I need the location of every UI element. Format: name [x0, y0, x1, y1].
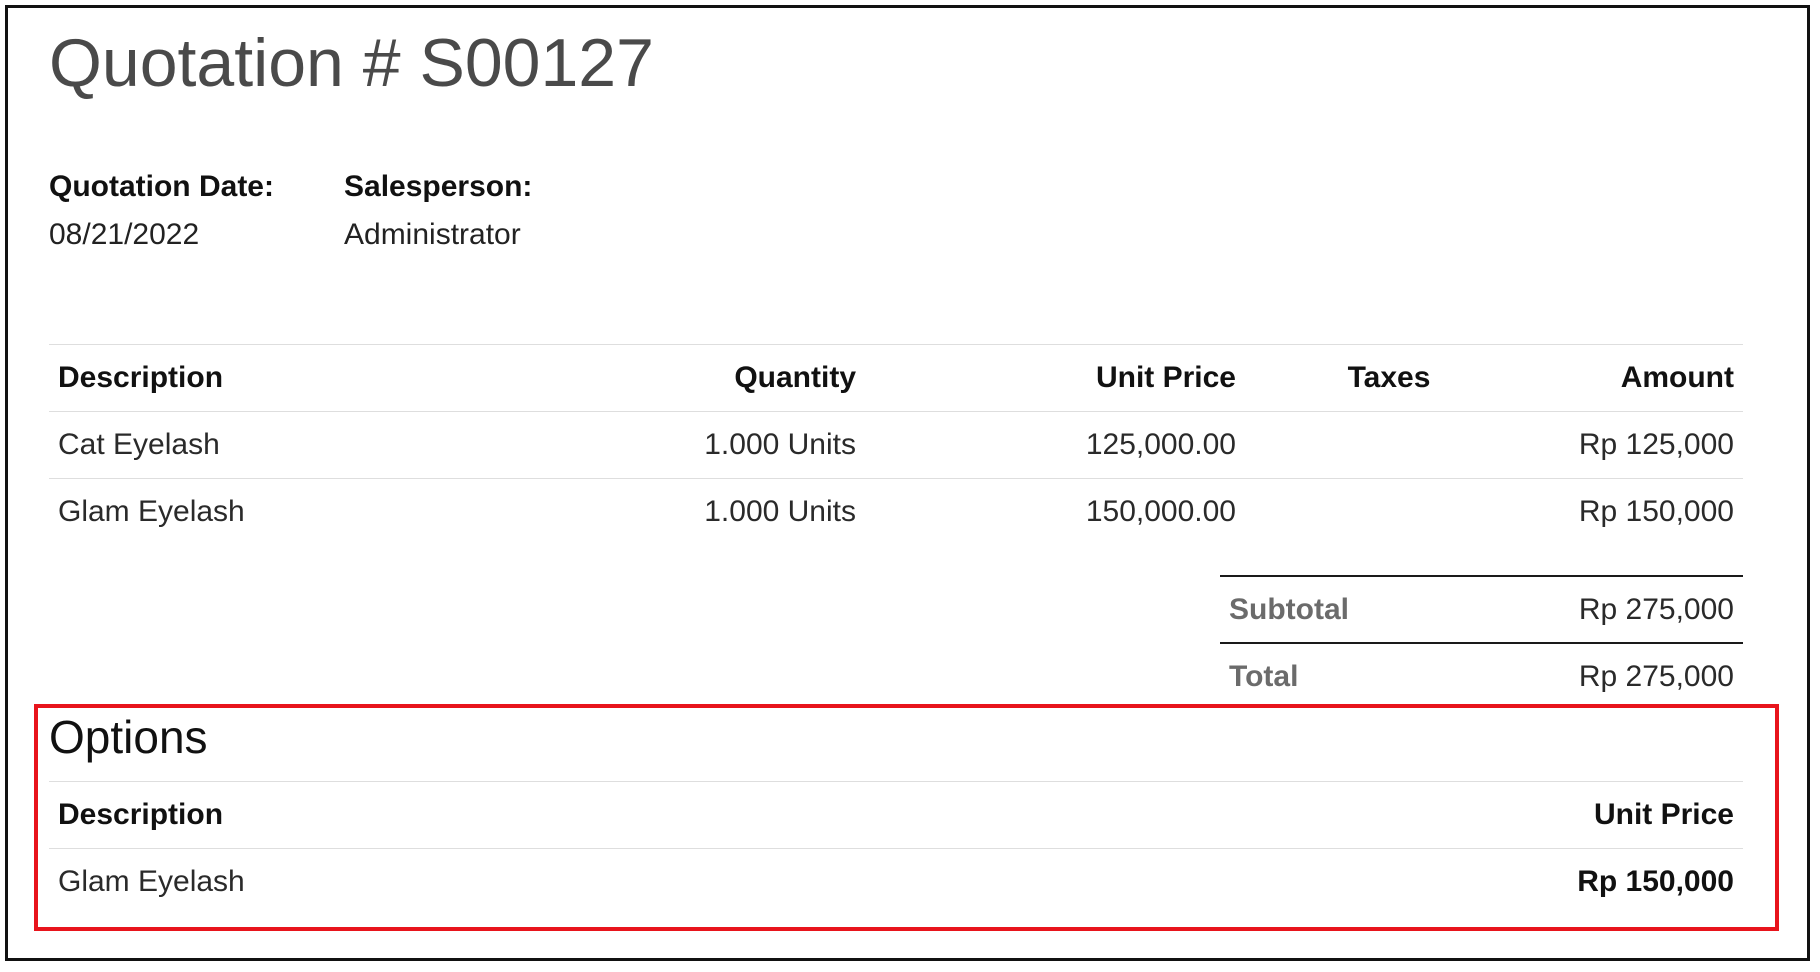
quotation-date-block: Quotation Date: 08/21/2022	[49, 170, 274, 252]
order-lines-table: Description Quantity Unit Price Taxes Am…	[49, 344, 1743, 545]
line-quantity: 1.000 Units	[507, 411, 865, 479]
total-value: Rp 275,000	[1578, 659, 1734, 693]
line-amount: Rp 150,000	[1533, 478, 1743, 545]
page-title: Quotation # S00127	[49, 25, 654, 101]
header-taxes: Taxes	[1245, 344, 1533, 412]
options-table: Description Unit Price Glam Eyelash Rp 1…	[49, 781, 1743, 915]
table-row: Cat Eyelash 1.000 Units 125,000.00 Rp 12…	[49, 411, 1743, 479]
header-amount: Amount	[1533, 344, 1743, 412]
salesperson-block: Salesperson: Administrator	[344, 170, 532, 252]
options-header-row: Description Unit Price	[49, 781, 1743, 849]
subtotal-value: Rp 275,000	[1578, 592, 1734, 626]
totals-block: Subtotal Rp 275,000 Total Rp 275,000	[1220, 575, 1743, 709]
line-taxes	[1245, 478, 1533, 545]
option-description: Glam Eyelash	[49, 848, 963, 915]
line-quantity: 1.000 Units	[507, 478, 865, 545]
subtotal-row: Subtotal Rp 275,000	[1220, 575, 1743, 642]
quotation-date-value: 08/21/2022	[49, 218, 200, 251]
options-header-description: Description	[49, 781, 963, 849]
line-amount: Rp 125,000	[1533, 411, 1743, 479]
table-row: Glam Eyelash 1.000 Units 150,000.00 Rp 1…	[49, 478, 1743, 545]
salesperson-value: Administrator	[344, 218, 521, 251]
salesperson-label: Salesperson:	[344, 170, 533, 203]
header-quantity: Quantity	[507, 344, 865, 412]
line-unit-price: 150,000.00	[865, 478, 1245, 545]
table-row: Glam Eyelash Rp 150,000	[49, 848, 1743, 915]
order-lines-header-row: Description Quantity Unit Price Taxes Am…	[49, 344, 1743, 412]
line-taxes	[1245, 411, 1533, 479]
line-description: Glam Eyelash	[49, 478, 507, 545]
line-unit-price: 125,000.00	[865, 411, 1245, 479]
options-header-unit-price: Unit Price	[962, 781, 1743, 849]
total-label: Total	[1229, 659, 1299, 693]
total-row: Total Rp 275,000	[1220, 642, 1743, 709]
options-heading: Options	[49, 711, 208, 763]
quotation-date-label: Quotation Date:	[49, 170, 274, 203]
quotation-document: Quotation # S00127 Quotation Date: 08/21…	[0, 0, 1820, 972]
header-description: Description	[49, 344, 507, 412]
line-description: Cat Eyelash	[49, 411, 507, 479]
subtotal-label: Subtotal	[1229, 592, 1349, 626]
header-unit-price: Unit Price	[865, 344, 1245, 412]
option-unit-price: Rp 150,000	[962, 848, 1743, 915]
